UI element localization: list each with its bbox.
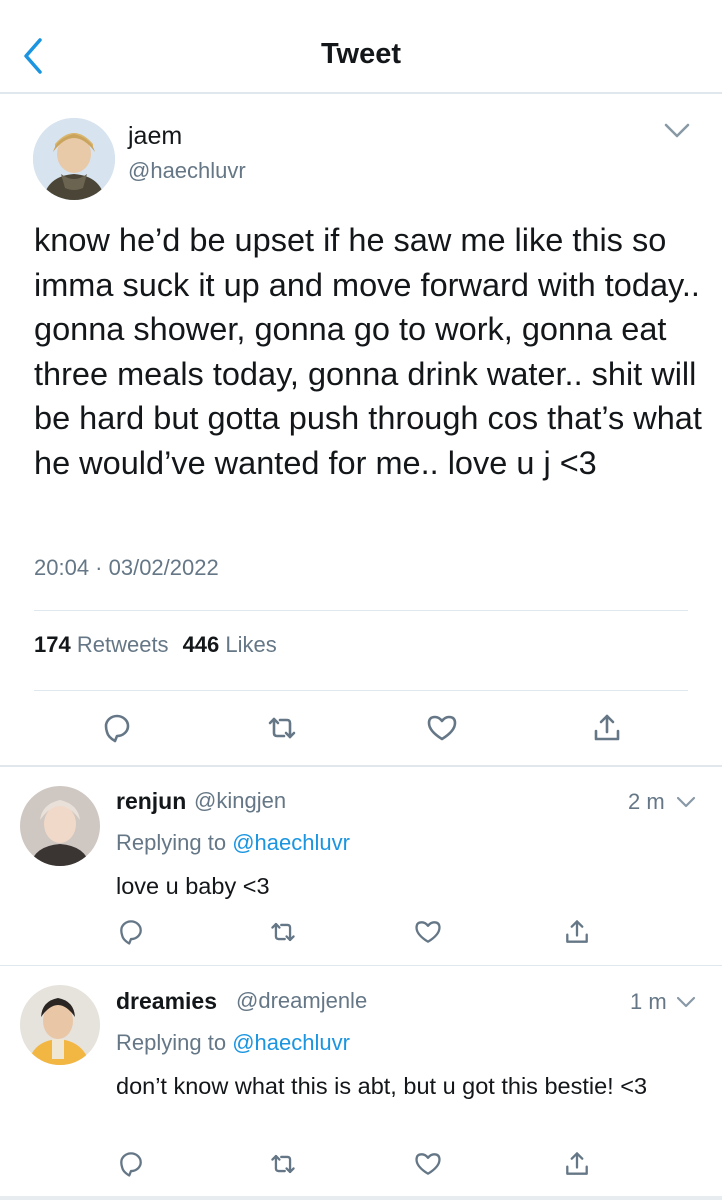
reply-text: love u baby <3 — [116, 873, 270, 899]
share-icon[interactable] — [562, 917, 592, 947]
mention-link[interactable]: @haechluvr — [232, 830, 350, 855]
retweets-stat[interactable]: 174 Retweets — [34, 632, 169, 657]
likes-stat[interactable]: 446 Likes — [183, 632, 277, 657]
avatar[interactable] — [20, 786, 100, 866]
reply-author-handle[interactable]: @kingjen — [194, 788, 286, 814]
likes-count: 446 — [182, 632, 220, 657]
avatar[interactable] — [20, 985, 100, 1065]
chevron-down-icon[interactable] — [675, 994, 697, 1010]
reply-icon[interactable] — [100, 711, 134, 745]
replying-prefix: Replying to — [116, 1030, 227, 1055]
replying-to: Replying to @haechluvr — [116, 830, 350, 856]
like-icon[interactable] — [413, 1149, 443, 1179]
tweet-text: know he’d be upset if he saw me like thi… — [34, 222, 702, 481]
divider — [0, 1196, 722, 1200]
like-icon[interactable] — [425, 711, 459, 745]
reply-time: 1 m — [630, 989, 667, 1014]
divider — [0, 965, 722, 966]
share-icon[interactable] — [562, 1149, 592, 1179]
like-icon[interactable] — [413, 917, 443, 947]
likes-label: Likes — [225, 632, 277, 657]
top-bar: Tweet — [0, 0, 722, 94]
replying-to: Replying to @haechluvr — [116, 1030, 350, 1056]
tweet-timestamp[interactable]: 20:04 · 03/02/2022 — [34, 555, 219, 581]
mention-link[interactable]: @haechluvr — [232, 1030, 350, 1055]
reply-icon[interactable] — [116, 917, 146, 947]
divider — [34, 690, 688, 691]
reply-icon[interactable] — [116, 1149, 146, 1179]
tweet-stats: 174 Retweets 446 Likes — [34, 632, 277, 658]
divider — [0, 765, 722, 767]
reply-time: 2 m — [628, 789, 665, 814]
avatar[interactable] — [33, 118, 115, 200]
reply-author-name[interactable]: renjun — [116, 788, 186, 815]
divider — [34, 610, 688, 611]
retweets-label: Retweets — [76, 632, 169, 657]
chevron-down-icon[interactable] — [662, 120, 692, 142]
reply-author-name[interactable]: dreamies — [116, 988, 217, 1015]
author-handle[interactable]: @haechluvr — [128, 158, 246, 184]
chevron-down-icon[interactable] — [675, 794, 697, 810]
page-title: Tweet — [320, 38, 402, 70]
retweet-icon[interactable] — [268, 1149, 298, 1179]
author-name[interactable]: jaem — [128, 122, 182, 151]
replying-prefix: Replying to — [116, 830, 227, 855]
reply-text: don’t know what this is abt, but u got t… — [116, 1073, 648, 1099]
retweet-icon[interactable] — [268, 917, 298, 947]
share-icon[interactable] — [590, 711, 624, 745]
retweet-icon[interactable] — [265, 711, 299, 745]
retweets-count: 174 — [34, 632, 71, 657]
reply-author-handle[interactable]: @dreamjenle — [236, 988, 367, 1014]
